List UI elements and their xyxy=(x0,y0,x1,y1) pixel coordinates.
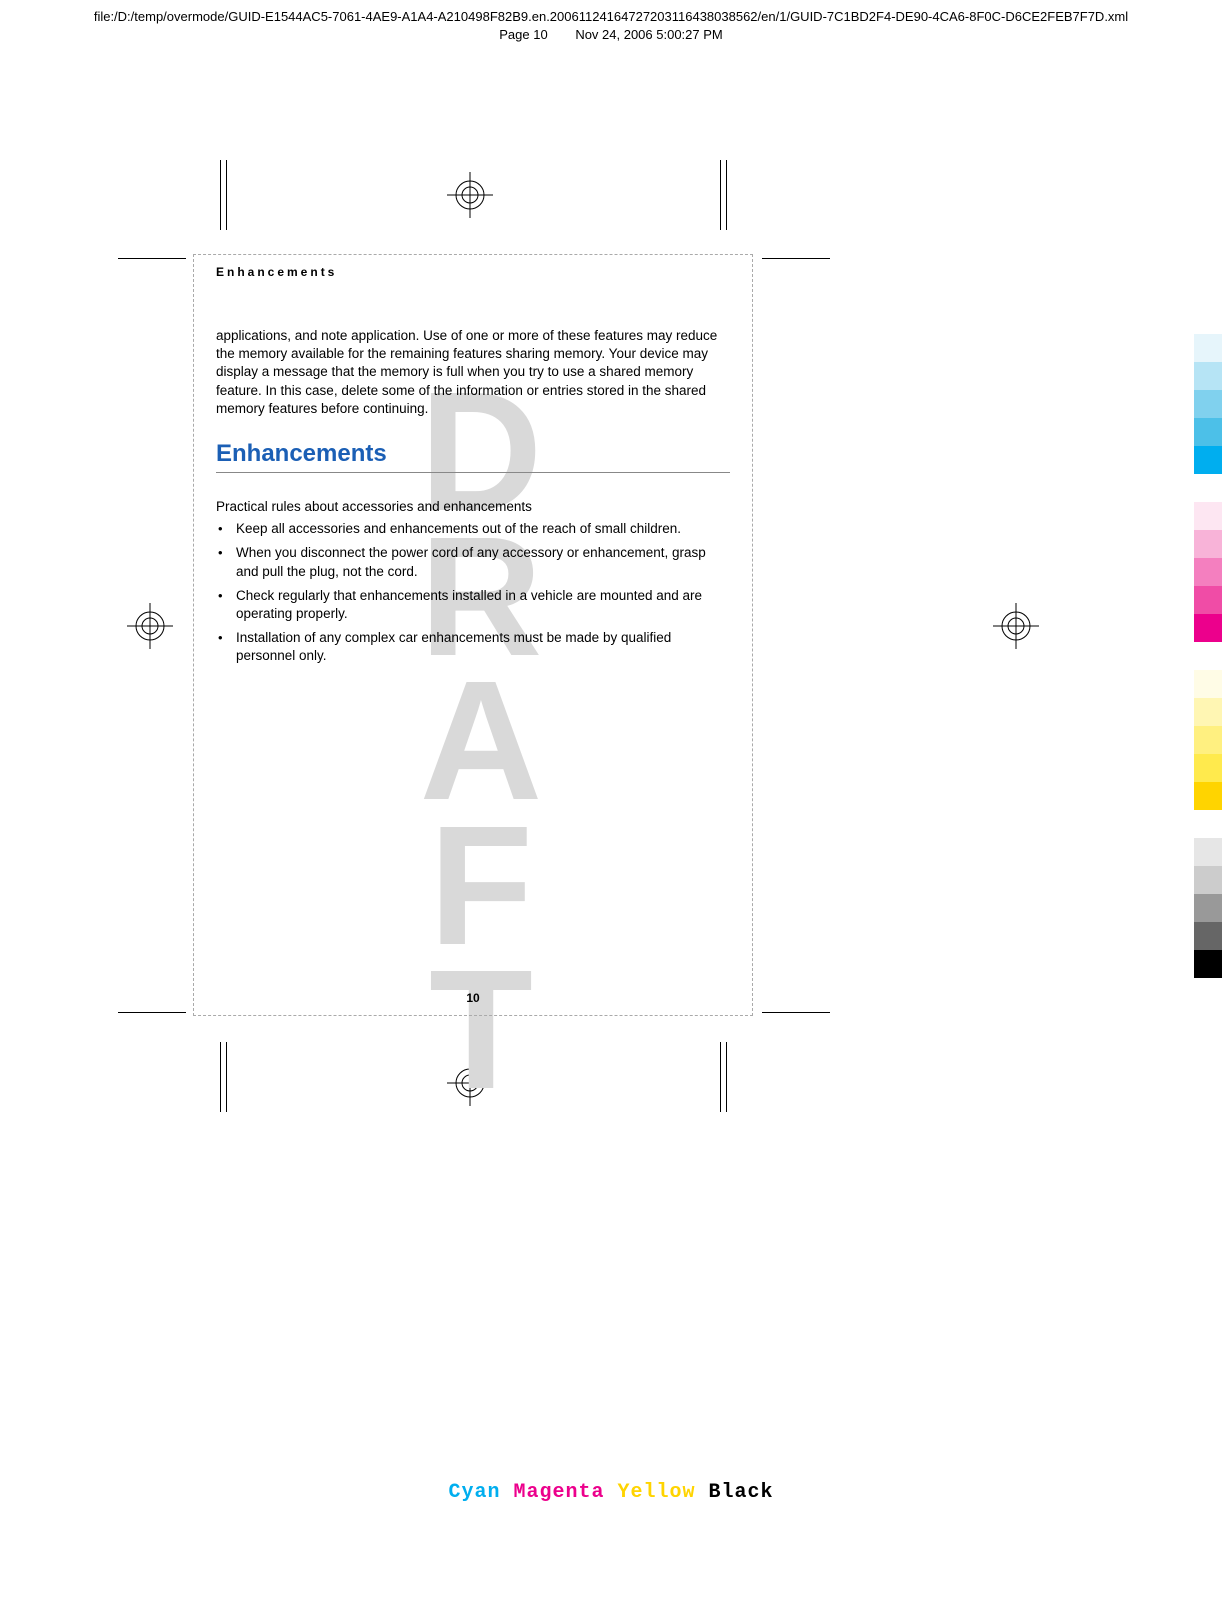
registration-mark-icon xyxy=(127,603,173,649)
cyan-swatch xyxy=(1194,390,1222,418)
crop-guide xyxy=(118,1012,186,1013)
cyan-swatch xyxy=(1194,362,1222,390)
cyan-label: Cyan xyxy=(448,1481,500,1504)
crop-tick xyxy=(220,160,221,230)
cyan-swatch xyxy=(1194,418,1222,446)
body-paragraph: applications, and note application. Use … xyxy=(216,327,730,418)
magenta-swatch xyxy=(1194,502,1222,530)
magenta-swatch xyxy=(1194,614,1222,642)
crop-tick xyxy=(726,160,727,230)
yellow-swatch xyxy=(1194,698,1222,726)
cyan-swatch xyxy=(1194,446,1222,474)
yellow-swatch xyxy=(1194,726,1222,754)
yellow-swatch xyxy=(1194,782,1222,810)
magenta-swatch xyxy=(1194,530,1222,558)
list-item: Keep all accessories and enhancements ou… xyxy=(216,520,730,538)
crop-guide xyxy=(762,258,830,259)
crop-tick xyxy=(220,1042,221,1112)
cyan-swatch xyxy=(1194,334,1222,362)
yellow-label: Yellow xyxy=(618,1481,696,1504)
registration-mark-icon xyxy=(447,1060,493,1106)
black-swatch xyxy=(1194,894,1222,922)
registration-mark-icon xyxy=(447,172,493,218)
cmyk-footer: Cyan Magenta Yellow Black xyxy=(0,1481,1222,1504)
intro-line: Practical rules about accessories and en… xyxy=(216,499,730,514)
black-swatch xyxy=(1194,950,1222,978)
yellow-swatch xyxy=(1194,670,1222,698)
magenta-swatch xyxy=(1194,558,1222,586)
black-swatch xyxy=(1194,922,1222,950)
crop-tick xyxy=(226,160,227,230)
list-item: Installation of any complex car enhancem… xyxy=(216,629,730,665)
bullet-list: Keep all accessories and enhancements ou… xyxy=(216,520,730,666)
yellow-swatch xyxy=(1194,754,1222,782)
page-number: 10 xyxy=(194,991,752,1005)
page-label: Page 10 xyxy=(499,27,547,42)
list-item: Check regularly that enhancements instal… xyxy=(216,587,730,623)
crop-tick xyxy=(720,1042,721,1112)
crop-guide xyxy=(118,258,186,259)
file-path: file:/D:/temp/overmode/GUID-E1544AC5-706… xyxy=(0,8,1222,26)
list-item: When you disconnect the power cord of an… xyxy=(216,544,730,580)
registration-mark-icon xyxy=(993,603,1039,649)
color-calibration-bars xyxy=(1194,334,1222,978)
black-swatch xyxy=(1194,838,1222,866)
crop-tick xyxy=(226,1042,227,1112)
crop-guide xyxy=(762,1012,830,1013)
file-header: file:/D:/temp/overmode/GUID-E1544AC5-706… xyxy=(0,0,1222,44)
section-heading: Enhancements xyxy=(216,440,730,473)
content-frame: Enhancements applications, and note appl… xyxy=(193,254,753,1016)
magenta-swatch xyxy=(1194,586,1222,614)
section-label: Enhancements xyxy=(216,265,730,279)
magenta-label: Magenta xyxy=(513,1481,604,1504)
crop-tick xyxy=(720,160,721,230)
black-swatch xyxy=(1194,866,1222,894)
header-date: Nov 24, 2006 5:00:27 PM xyxy=(575,27,722,42)
black-label: Black xyxy=(709,1481,774,1504)
crop-tick xyxy=(726,1042,727,1112)
